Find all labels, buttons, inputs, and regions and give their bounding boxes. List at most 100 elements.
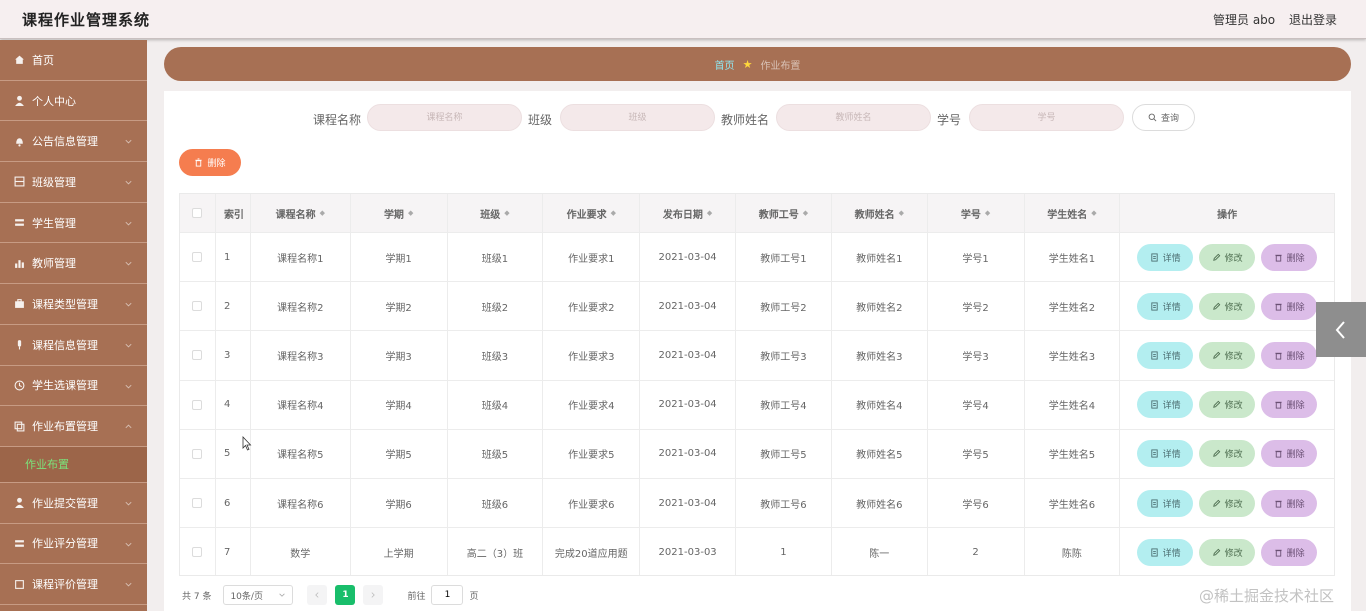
table-cell: 学期6: [351, 478, 448, 528]
trash-icon: [1274, 451, 1282, 458]
row-checkbox[interactable]: [192, 350, 203, 361]
table-cell: 教师工号1: [736, 233, 832, 282]
mouse-cursor-icon: [242, 436, 252, 451]
prev-page-button[interactable]: [307, 585, 328, 605]
sidebar-item-student[interactable]: 学生管理: [0, 203, 147, 244]
logout-link[interactable]: 退出登录: [1289, 11, 1337, 28]
sort-icon: ◆: [984, 209, 991, 217]
chevron-down-icon: [125, 583, 132, 587]
table-cell: 学生姓名3: [1025, 331, 1121, 380]
detail-label: 详情: [1162, 253, 1181, 264]
column-header[interactable]: 发布日期 ◆: [640, 194, 737, 232]
sidebar-item-notice[interactable]: 公告信息管理: [0, 121, 147, 163]
detail-button[interactable]: 详情: [1137, 292, 1194, 320]
row-checkbox-cell: [180, 478, 216, 528]
detail-button[interactable]: 详情: [1137, 341, 1194, 369]
select-all-checkbox[interactable]: [192, 208, 203, 218]
goto-page-input[interactable]: [431, 585, 464, 605]
sidebar-item-course-review[interactable]: 课程评价管理: [0, 564, 147, 605]
delete-button[interactable]: 删除: [1261, 489, 1318, 517]
goto-suffix: 页: [469, 591, 479, 602]
batch-delete-button[interactable]: 删除: [179, 149, 241, 176]
table-cell: 教师工号5: [736, 429, 832, 478]
student-no-input[interactable]: [969, 104, 1124, 131]
edit-button[interactable]: 修改: [1199, 391, 1256, 419]
sidebar-item-home[interactable]: 首页: [0, 40, 147, 81]
delete-button[interactable]: 删除: [1261, 538, 1318, 566]
row-checkbox[interactable]: [192, 547, 203, 558]
side-panel-toggle[interactable]: [1316, 302, 1366, 357]
delete-button[interactable]: 删除: [1261, 341, 1318, 369]
sidebar-item-course-type[interactable]: 课程类型管理: [0, 284, 147, 325]
page-number-current[interactable]: 1: [335, 585, 356, 605]
edit-button[interactable]: 修改: [1199, 243, 1256, 271]
table-cell: 班级4: [448, 380, 544, 429]
sidebar-item-course-select[interactable]: 学生选课管理: [0, 366, 147, 407]
page-size-select[interactable]: 10条/页: [223, 585, 294, 605]
table-cell: 2021-03-04: [640, 233, 737, 282]
teacher-name-label: 教师姓名: [721, 113, 770, 127]
detail-button[interactable]: 详情: [1137, 243, 1194, 271]
detail-button[interactable]: 详情: [1137, 538, 1194, 566]
detail-button[interactable]: 详情: [1137, 440, 1194, 468]
class-input[interactable]: [560, 104, 715, 131]
actions-cell: 详情 修改 删除: [1120, 233, 1334, 281]
table-row: 7 数学 上学期 高二（3）班 完成20道应用题 2021-03-03 1 陈一 2 陈陈 详情 修改…: [180, 528, 1334, 575]
row-checkbox[interactable]: [192, 498, 203, 509]
sidebar-item-homework-submit[interactable]: 作业提交管理: [0, 483, 147, 524]
column-header[interactable]: 学生姓名 ◆: [1025, 194, 1121, 232]
column-header[interactable]: 课程名称 ◆: [251, 194, 351, 232]
edit-button[interactable]: 修改: [1199, 489, 1256, 517]
edit-button[interactable]: 修改: [1199, 292, 1256, 320]
table-cell: 教师姓名1: [832, 233, 928, 282]
row-checkbox[interactable]: [192, 301, 203, 312]
edit-button[interactable]: 修改: [1199, 341, 1256, 369]
row-checkbox[interactable]: [192, 252, 203, 263]
delete-button[interactable]: 删除: [1261, 292, 1318, 320]
row-checkbox-cell: [180, 380, 216, 429]
table-cell: 学号3: [928, 331, 1025, 380]
sidebar-item-profile[interactable]: 个人中心: [0, 81, 147, 122]
table-cell: 教师姓名4: [832, 380, 928, 429]
row-checkbox-cell: [180, 429, 216, 478]
edit-label: 修改: [1224, 401, 1243, 412]
table-cell: 课程名称2: [251, 282, 351, 331]
student-no-label: 学号: [937, 113, 962, 127]
sidebar-item-teacher[interactable]: 教师管理: [0, 243, 147, 285]
sort-icon: ◆: [1091, 209, 1097, 217]
course-name-input[interactable]: [367, 104, 522, 131]
briefcase-icon: [14, 298, 25, 309]
sidebar-item-class[interactable]: 班级管理: [0, 162, 147, 203]
edit-button[interactable]: 修改: [1199, 440, 1256, 468]
row-checkbox[interactable]: [192, 399, 203, 410]
edit-label: 修改: [1224, 499, 1243, 510]
query-button[interactable]: 查询: [1132, 104, 1195, 131]
column-header[interactable]: 班级 ◆: [448, 194, 544, 232]
column-header[interactable]: 教师工号 ◆: [736, 194, 832, 232]
next-page-button[interactable]: [363, 585, 384, 605]
delete-button[interactable]: 删除: [1261, 243, 1318, 271]
row-checkbox[interactable]: [192, 448, 203, 459]
teacher-name-input[interactable]: [776, 104, 931, 131]
actions-cell: 详情 修改 删除: [1120, 479, 1334, 527]
delete-button[interactable]: 删除: [1261, 391, 1318, 419]
sidebar-item-course-info[interactable]: 课程信息管理: [0, 325, 147, 366]
sidebar-subitem-homework-assign[interactable]: 作业布置: [0, 446, 147, 483]
table-cell: 作业要求2: [543, 282, 641, 331]
document-icon: [1150, 548, 1158, 557]
sidebar-item-homework-score[interactable]: 作业评分管理: [0, 524, 147, 565]
delete-button[interactable]: 删除: [1261, 440, 1318, 468]
column-header-label: 发布日期: [662, 209, 703, 221]
column-header[interactable]: 教师姓名 ◆: [832, 194, 928, 232]
edit-button[interactable]: 修改: [1199, 538, 1256, 566]
column-header[interactable]: 学号 ◆: [928, 194, 1025, 232]
column-header[interactable]: 学期 ◆: [351, 194, 448, 232]
pencil-icon: [1212, 302, 1220, 310]
table-cell: 2021-03-04: [640, 478, 737, 528]
detail-button[interactable]: 详情: [1137, 489, 1194, 517]
sidebar-item-homework-assign[interactable]: 作业布置管理: [0, 406, 147, 447]
detail-button[interactable]: 详情: [1137, 391, 1194, 419]
sidebar-item-label: 首页: [32, 53, 54, 67]
breadcrumb-home[interactable]: 首页: [715, 57, 735, 72]
column-header[interactable]: 作业要求 ◆: [543, 194, 641, 232]
